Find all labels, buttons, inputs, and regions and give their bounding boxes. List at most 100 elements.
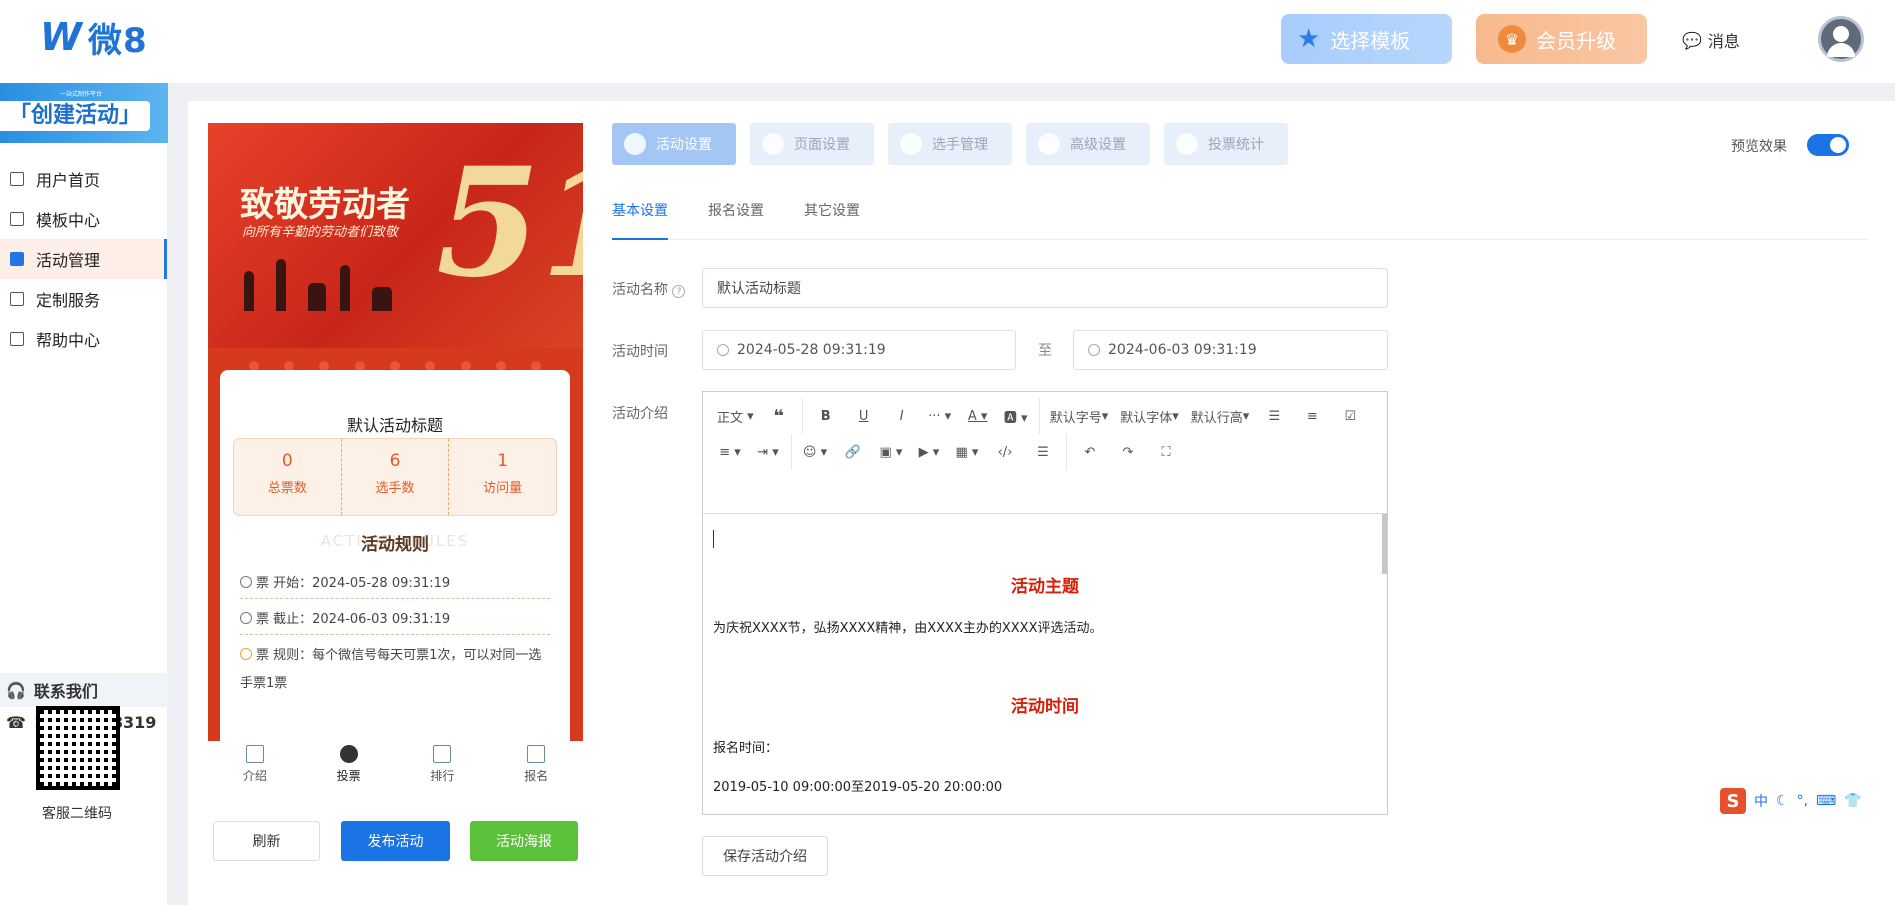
headset-icon: 🎧: [6, 680, 26, 700]
sidebar-item-activity-management[interactable]: 活动管理: [0, 239, 167, 279]
start-time-input[interactable]: 2024-05-28 09:31:19: [702, 330, 1016, 370]
font-color-icon[interactable]: A ▾: [959, 398, 997, 434]
sidebar-item-templates[interactable]: 模板中心: [0, 199, 167, 239]
refresh-button[interactable]: 刷新: [213, 821, 320, 861]
sliders-icon: [1038, 133, 1060, 155]
preview-toggle[interactable]: [1807, 134, 1849, 156]
video-icon[interactable]: ▶ ▾: [910, 434, 948, 470]
messages-link[interactable]: 💬 消息: [1682, 28, 1740, 52]
indent-icon[interactable]: ⇥ ▾: [749, 434, 787, 470]
logo[interactable]: W 微8: [40, 12, 148, 62]
align-icon[interactable]: ≡ ▾: [711, 434, 749, 470]
subtab-other[interactable]: 其它设置: [804, 198, 860, 240]
chat-bubble-icon: 💬: [1682, 30, 1702, 50]
tab-intro[interactable]: 介绍: [208, 741, 302, 789]
tab-label: 选手管理: [932, 137, 988, 153]
text-cursor: [713, 530, 714, 548]
sidebar-item-custom-service[interactable]: 定制服务: [0, 279, 167, 319]
editor-toolbar: 正文 ▾ ❝ B U I ··· ▾ A ▾ 🅰 ▾ 默认字号 ▾ 默认字体 ▾ 默…: [703, 392, 1387, 514]
member-upgrade-button[interactable]: ♛ 会员升级: [1476, 14, 1647, 64]
start-time-value: 2024-05-28 09:31:19: [737, 342, 886, 358]
table-icon[interactable]: ▦ ▾: [948, 434, 986, 470]
sidebar-item-label: 用户首页: [36, 171, 101, 190]
tab-vote-statistics[interactable]: 投票统计: [1164, 123, 1288, 165]
tab-activity-settings[interactable]: 活动设置: [612, 123, 736, 165]
mobile-preview: 51 致敬劳动者 向所有辛勤的劳动者们致敬 默认活动标题 0 总票数 6 选手数…: [208, 123, 583, 741]
editor-heading-theme: 活动主题: [1011, 577, 1079, 597]
stat-value: 0: [281, 451, 293, 471]
list-icon: [10, 252, 24, 266]
image-icon[interactable]: ▣ ▾: [872, 434, 910, 470]
bar-chart-icon: [433, 745, 452, 763]
rule-end-text: 票 截止：2024-06-03 09:31:19: [256, 612, 451, 627]
more-icon[interactable]: ··· ▾: [921, 398, 959, 434]
activity-name-input[interactable]: 默认活动标题: [702, 268, 1388, 308]
paragraph-format-dropdown[interactable]: 正文 ▾: [711, 398, 760, 434]
activity-name-label-text: 活动名称: [612, 282, 668, 298]
tab-label: 介绍: [242, 769, 267, 783]
bulleted-list-icon[interactable]: ☰: [1255, 398, 1293, 434]
italic-icon[interactable]: I: [883, 398, 921, 434]
grid-icon: [10, 212, 24, 226]
font-family-label: 默认字体: [1120, 410, 1173, 426]
top-bar: W 微8 ★ 选择模板 ♛ 会员升级 💬 消息: [0, 0, 1895, 83]
fullscreen-icon[interactable]: ⛶: [1147, 434, 1185, 470]
bold-icon[interactable]: B: [807, 398, 845, 434]
stat-visits: 1 访问量: [449, 439, 556, 515]
tab-advanced-settings[interactable]: 高级设置: [1026, 123, 1150, 165]
sidebar-item-home[interactable]: 用户首页: [0, 159, 167, 199]
tab-page-settings[interactable]: 页面设置: [750, 123, 874, 165]
crown-icon: ♛: [1498, 25, 1526, 53]
image-icon: [762, 133, 784, 155]
stat-total-votes: 0 总票数: [234, 439, 342, 515]
end-time-input[interactable]: 2024-06-03 09:31:19: [1073, 330, 1388, 370]
background-color-icon[interactable]: 🅰 ▾: [997, 398, 1035, 434]
choose-template-button[interactable]: ★ 选择模板: [1281, 14, 1452, 64]
sogou-icon: S: [1720, 788, 1746, 814]
underline-icon[interactable]: U: [845, 398, 883, 434]
editor-scrollbar[interactable]: [1382, 514, 1387, 574]
undo-icon[interactable]: ↶: [1071, 434, 1109, 470]
help-icon[interactable]: ?: [672, 285, 686, 298]
subtab-signup[interactable]: 报名设置: [708, 198, 764, 240]
line-height-dropdown[interactable]: 默认行高 ▾: [1185, 398, 1256, 434]
publish-activity-button[interactable]: 发布活动: [341, 821, 450, 861]
emoji-icon[interactable]: ☺ ▾: [796, 434, 834, 470]
tab-signup[interactable]: 报名: [489, 741, 583, 789]
link-icon[interactable]: 🔗: [834, 434, 872, 470]
editor-paragraph: 报名时间：: [713, 741, 779, 756]
clock-icon: [240, 612, 252, 624]
time-range-separator: 至: [1038, 343, 1052, 359]
divider-icon[interactable]: ☰: [1024, 434, 1062, 470]
avatar[interactable]: [1818, 16, 1864, 62]
tab-ranking[interactable]: 排行: [396, 741, 490, 789]
contact-title: 联系我们: [33, 682, 98, 701]
redo-icon[interactable]: ↷: [1109, 434, 1147, 470]
warning-icon: [240, 648, 252, 660]
editor-paragraph: 2019-05-10 09:00:00至2019-05-20 20:00:00: [713, 780, 1003, 795]
clipboard-icon: [527, 745, 546, 763]
editor-content[interactable]: 活动主题 为庆祝XXXX节，弘扬XXXX精神，由XXXX主办的XXXX评选活动。…: [703, 514, 1387, 814]
rule-start: 票 开始：2024-05-28 09:31:19: [240, 570, 550, 599]
tab-contestant-management[interactable]: 选手管理: [888, 123, 1012, 165]
tab-vote[interactable]: 投票: [302, 741, 396, 789]
checklist-icon[interactable]: ☑: [1331, 398, 1369, 434]
ime-toolbar[interactable]: S 中 ☾ °, ⌨ 👕: [1720, 788, 1895, 814]
sidebar: 一站式制作平台 「创建活动」 用户首页 模板中心 活动管理 定制服务 帮助中心 …: [0, 83, 168, 905]
moon-icon: ☾: [1776, 793, 1789, 809]
quote-icon[interactable]: ❝: [760, 398, 798, 434]
sidebar-item-help[interactable]: 帮助中心: [0, 319, 167, 359]
code-icon[interactable]: ‹/›: [986, 434, 1024, 470]
sidebar-item-label: 活动管理: [36, 251, 101, 270]
font-family-dropdown[interactable]: 默认字体 ▾: [1114, 398, 1185, 434]
stats-panel: 0 总票数 6 选手数 1 访问量: [233, 438, 557, 516]
save-intro-button[interactable]: 保存活动介绍: [702, 836, 828, 876]
keyboard-icon: ⌨: [1816, 793, 1837, 809]
tab-label: 高级设置: [1070, 137, 1126, 153]
font-size-dropdown[interactable]: 默认字号 ▾: [1044, 398, 1115, 434]
sidebar-nav: 用户首页 模板中心 活动管理 定制服务 帮助中心: [0, 159, 167, 359]
subtab-basic[interactable]: 基本设置: [612, 198, 668, 240]
create-activity-banner[interactable]: 一站式制作平台 「创建活动」: [0, 83, 168, 143]
activity-poster-button[interactable]: 活动海报: [470, 821, 578, 861]
numbered-list-icon[interactable]: ≡: [1293, 398, 1331, 434]
